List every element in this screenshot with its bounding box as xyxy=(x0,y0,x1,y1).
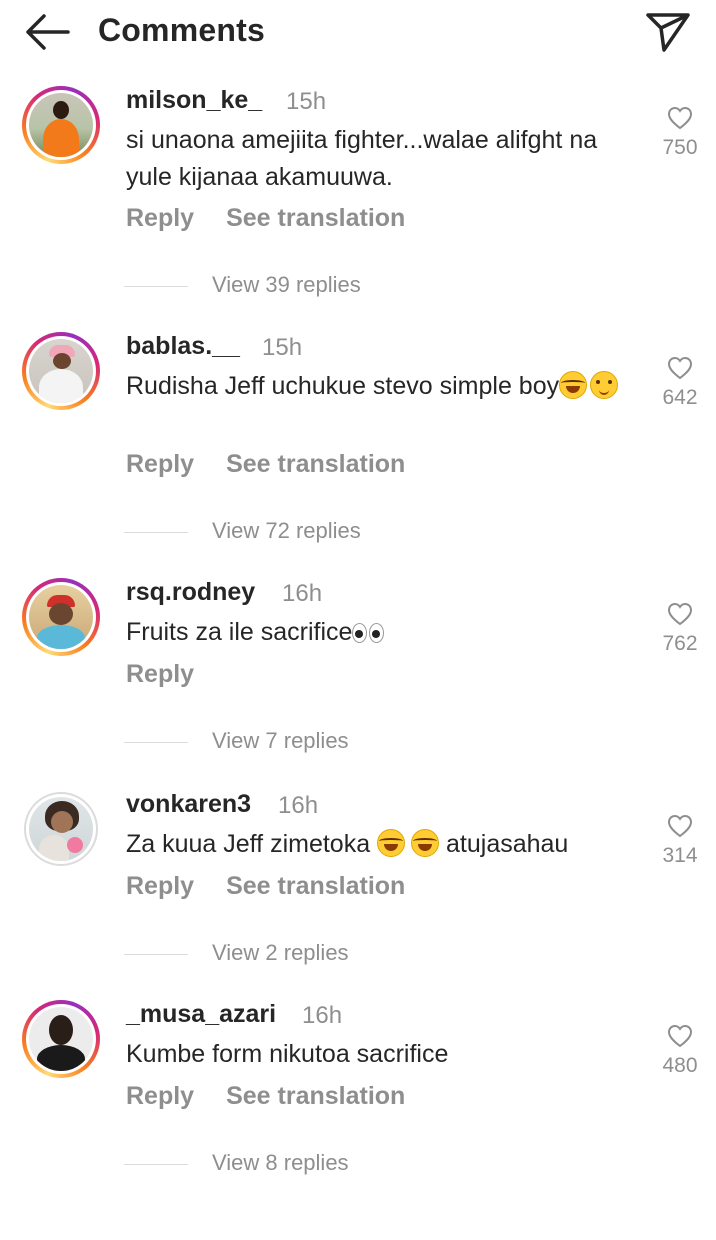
comment-item: bablas.__ 15h Rudisha Jeff uchukue stevo… xyxy=(0,332,716,572)
avatar-photo xyxy=(29,339,93,403)
heart-icon[interactable] xyxy=(667,106,693,130)
comment-actions: Reply xyxy=(126,660,194,689)
avatar-photo xyxy=(29,1007,93,1071)
avatar[interactable] xyxy=(22,332,100,410)
avatar-frame xyxy=(26,336,96,406)
comment-username[interactable]: rsq.rodney xyxy=(126,578,255,607)
reply-button[interactable]: Reply xyxy=(126,872,194,900)
like-control: 642 xyxy=(656,356,704,410)
comment-username[interactable]: bablas.__ xyxy=(126,332,240,361)
view-replies-button[interactable]: View 7 replies xyxy=(124,728,349,754)
comment-item: vonkaren3 16h Za kuua Jeff zimetoka atuj… xyxy=(0,790,716,1030)
avatar-photo xyxy=(29,93,93,157)
reply-button[interactable]: Reply xyxy=(126,1082,194,1110)
like-control: 480 xyxy=(656,1024,704,1078)
reply-button[interactable]: Reply xyxy=(126,660,194,688)
like-count: 480 xyxy=(662,1054,698,1077)
comments-header: Comments xyxy=(0,0,716,64)
comment-item: _musa_azari 16h Kumbe form nikutoa sacri… xyxy=(0,1000,716,1240)
avatar-photo xyxy=(29,797,93,861)
view-replies-label: View 7 replies xyxy=(212,728,349,753)
tears-of-joy-emoji-icon xyxy=(411,829,440,857)
page-title: Comments xyxy=(98,12,265,48)
heart-icon[interactable] xyxy=(667,814,693,838)
view-replies-button[interactable]: View 8 replies xyxy=(124,1150,349,1176)
avatar-frame xyxy=(26,90,96,160)
avatar-frame xyxy=(26,582,96,652)
like-control: 762 xyxy=(656,602,704,656)
replies-divider xyxy=(124,531,188,533)
see-translation-button[interactable]: See translation xyxy=(226,1082,405,1110)
comment-username[interactable]: milson_ke_ xyxy=(126,86,262,115)
comment-username[interactable]: _musa_azari xyxy=(126,1000,276,1029)
eyes-emoji-icon xyxy=(352,617,386,654)
replies-divider xyxy=(124,1163,188,1165)
view-replies-button[interactable]: View 39 replies xyxy=(124,272,361,298)
like-control: 750 xyxy=(656,106,704,160)
comment-text: Kumbe form nikutoa sacrifice xyxy=(126,1040,449,1068)
view-replies-button[interactable]: View 2 replies xyxy=(124,940,349,966)
comment-time: 15h xyxy=(262,334,303,361)
like-count: 750 xyxy=(662,136,698,159)
like-control: 314 xyxy=(656,814,704,868)
paper-plane-icon xyxy=(646,13,690,52)
comment-text-body: Fruits za ile sacrifice xyxy=(126,618,353,646)
comment-text-body: Za kuua Jeff zimetoka xyxy=(126,830,378,858)
comment-item: rsq.rodney 16h Fruits za ile sacrifice R… xyxy=(0,578,716,818)
replies-divider xyxy=(124,741,188,743)
view-replies-label: View 39 replies xyxy=(212,272,361,297)
like-count: 314 xyxy=(662,844,698,867)
like-count: 762 xyxy=(662,632,698,655)
see-translation-button[interactable]: See translation xyxy=(226,204,405,232)
replies-divider xyxy=(124,285,188,287)
see-translation-button[interactable]: See translation xyxy=(226,450,405,478)
like-count: 642 xyxy=(662,386,698,409)
avatar[interactable] xyxy=(22,86,100,164)
avatar[interactable] xyxy=(24,792,98,866)
heart-icon[interactable] xyxy=(667,356,693,380)
avatar-frame xyxy=(26,794,96,864)
avatar-photo xyxy=(29,585,93,649)
heart-icon[interactable] xyxy=(667,1024,693,1048)
view-replies-label: View 72 replies xyxy=(212,518,361,543)
comment-time: 15h xyxy=(286,88,327,115)
share-button[interactable] xyxy=(644,10,692,54)
back-button[interactable] xyxy=(22,12,72,52)
avatar[interactable] xyxy=(22,578,100,656)
comment-time: 16h xyxy=(282,580,323,607)
arrow-left-icon xyxy=(26,14,70,50)
comment-username[interactable]: vonkaren3 xyxy=(126,790,251,819)
comment-actions: Reply See translation xyxy=(126,872,405,901)
comment-text: Fruits za ile sacrifice xyxy=(126,614,636,654)
comment-text: Rudisha Jeff uchukue stevo simple boy xyxy=(126,368,636,405)
comment-time: 16h xyxy=(302,1002,343,1029)
view-replies-label: View 8 replies xyxy=(212,1150,349,1175)
comment-text: Za kuua Jeff zimetoka atujasahau xyxy=(126,826,656,863)
avatar-frame xyxy=(26,1004,96,1074)
reply-button[interactable]: Reply xyxy=(126,450,194,478)
see-translation-button[interactable]: See translation xyxy=(226,872,405,900)
comment-item: milson_ke_ 15h si unaona amejiita fighte… xyxy=(0,86,716,326)
comment-text-tail: atujasahau xyxy=(439,830,569,858)
view-replies-label: View 2 replies xyxy=(212,940,349,965)
tears-of-joy-emoji-icon xyxy=(377,829,406,857)
woozy-face-emoji-icon xyxy=(590,371,619,399)
comment-text: si unaona amejiita fighter...walae alifg… xyxy=(126,126,598,191)
replies-divider xyxy=(124,953,188,955)
comment-text-body: Rudisha Jeff uchukue stevo simple boy xyxy=(126,372,560,400)
avatar[interactable] xyxy=(22,1000,100,1078)
comment-actions: Reply See translation xyxy=(126,204,405,233)
comment-actions: Reply See translation xyxy=(126,450,405,479)
view-replies-button[interactable]: View 72 replies xyxy=(124,518,361,544)
heart-icon[interactable] xyxy=(667,602,693,626)
comment-actions: Reply See translation xyxy=(126,1082,405,1111)
reply-button[interactable]: Reply xyxy=(126,204,194,232)
tears-of-joy-emoji-icon xyxy=(559,371,588,399)
comment-time: 16h xyxy=(278,792,319,819)
